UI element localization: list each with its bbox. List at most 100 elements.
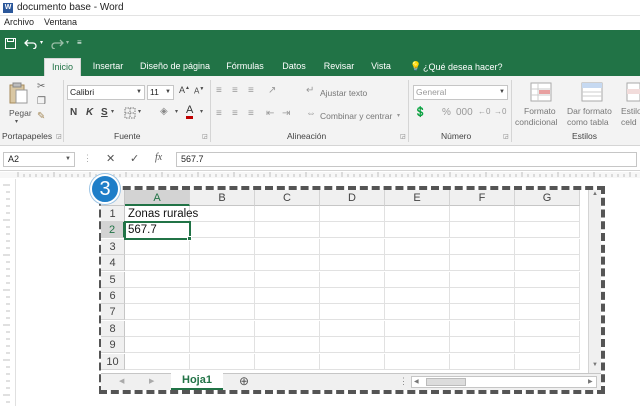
cell-a7[interactable] xyxy=(125,304,190,321)
cell-c7[interactable] xyxy=(255,304,320,321)
cell-f4[interactable] xyxy=(450,255,515,272)
column-header-e[interactable]: E xyxy=(385,190,450,206)
cell-g10[interactable] xyxy=(515,353,580,370)
row-header-7[interactable]: 7 xyxy=(101,304,125,321)
cell-e10[interactable] xyxy=(385,353,450,370)
cell-e5[interactable] xyxy=(385,271,450,288)
undo-icon[interactable] xyxy=(24,38,38,49)
cell-a9[interactable] xyxy=(125,337,190,354)
cell-e1[interactable] xyxy=(385,206,450,222)
percent-icon[interactable]: % xyxy=(442,107,451,118)
cell-c3[interactable] xyxy=(255,238,320,255)
menu-archivo[interactable]: Archivo xyxy=(4,17,34,27)
chevron-down-icon[interactable]: ▾ xyxy=(138,108,141,115)
scroll-right-icon[interactable]: ▶ xyxy=(588,378,593,385)
cell-f10[interactable] xyxy=(450,353,515,370)
cell-f2[interactable] xyxy=(450,222,515,239)
cell-b5[interactable] xyxy=(190,271,255,288)
tab-vista[interactable]: Vista xyxy=(368,58,394,76)
bold-button[interactable]: N xyxy=(70,107,77,118)
cell-c10[interactable] xyxy=(255,353,320,370)
format-as-table-label-1[interactable]: Dar formato xyxy=(567,106,612,116)
conditional-format-label-1[interactable]: Formato xyxy=(524,106,556,116)
cell-f5[interactable] xyxy=(450,271,515,288)
save-icon[interactable] xyxy=(5,38,16,49)
column-header-b[interactable]: B xyxy=(190,190,255,206)
tab-datos[interactable]: Datos xyxy=(279,58,309,76)
cell-d7[interactable] xyxy=(320,304,385,321)
currency-icon[interactable]: 💲 xyxy=(414,107,426,118)
cell-f9[interactable] xyxy=(450,337,515,354)
cell-b7[interactable] xyxy=(190,304,255,321)
chevron-down-icon[interactable]: ▾ xyxy=(200,108,203,115)
cell-e8[interactable] xyxy=(385,320,450,337)
increase-decimal-icon[interactable]: ←0 xyxy=(478,107,490,116)
cell-styles-label-2[interactable]: celd xyxy=(621,117,637,127)
cell-g5[interactable] xyxy=(515,271,580,288)
conditional-format-icon[interactable] xyxy=(530,82,552,102)
scroll-thumb[interactable] xyxy=(426,378,466,386)
cell-a8[interactable] xyxy=(125,320,190,337)
cell-b4[interactable] xyxy=(190,255,255,272)
cell-d9[interactable] xyxy=(320,337,385,354)
cell-b10[interactable] xyxy=(190,353,255,370)
orientation-icon[interactable]: ↗ xyxy=(268,85,276,96)
cell-d4[interactable] xyxy=(320,255,385,272)
wrap-text-button[interactable]: Ajustar texto xyxy=(320,88,367,98)
cell-g7[interactable] xyxy=(515,304,580,321)
cell-c6[interactable] xyxy=(255,288,320,304)
cell-a5[interactable] xyxy=(125,271,190,288)
cell-d10[interactable] xyxy=(320,353,385,370)
align-center-icon[interactable]: ≡ xyxy=(232,108,238,119)
row-header-1[interactable]: 1 xyxy=(101,206,125,222)
align-top-icon[interactable]: ≡ xyxy=(216,85,222,96)
number-launcher-icon[interactable]: ◲ xyxy=(503,133,509,140)
paste-label[interactable]: Pegar xyxy=(9,108,32,118)
vertical-scrollbar[interactable]: ▲ ▼ xyxy=(588,190,601,373)
cell-a6[interactable] xyxy=(125,288,190,304)
cell-f3[interactable] xyxy=(450,238,515,255)
menu-ventana[interactable]: Ventana xyxy=(44,17,77,27)
merge-center-button[interactable]: Combinar y centrar xyxy=(320,111,392,121)
decrease-decimal-icon[interactable]: →0 xyxy=(494,107,506,116)
cell-e9[interactable] xyxy=(385,337,450,354)
redo-dropdown-icon[interactable]: ▾ xyxy=(66,39,69,46)
scroll-up-icon[interactable]: ▲ xyxy=(592,191,598,197)
cell-c1[interactable] xyxy=(255,206,320,222)
horizontal-scrollbar[interactable]: ◀ ▶ xyxy=(411,376,597,388)
cell-c4[interactable] xyxy=(255,255,320,272)
tab-diseno-pagina[interactable]: Diseño de página xyxy=(138,58,212,76)
column-header-c[interactable]: C xyxy=(255,190,320,206)
number-format-select[interactable]: General ▼ xyxy=(413,85,508,100)
cell-a10[interactable] xyxy=(125,353,190,370)
underline-button[interactable]: S xyxy=(101,107,108,118)
cell-f8[interactable] xyxy=(450,320,515,337)
chevron-down-icon[interactable]: ▾ xyxy=(175,108,178,115)
align-bottom-icon[interactable]: ≡ xyxy=(248,85,254,96)
name-box[interactable]: A2 ▼ xyxy=(3,152,75,167)
cell-g1[interactable] xyxy=(515,206,580,222)
column-header-g[interactable]: G xyxy=(515,190,580,206)
align-left-icon[interactable]: ≡ xyxy=(216,108,222,119)
cell-d8[interactable] xyxy=(320,320,385,337)
cell-a4[interactable] xyxy=(125,255,190,272)
fill-color-icon[interactable]: ◈ xyxy=(160,106,168,117)
redo-icon[interactable] xyxy=(50,38,64,49)
row-header-9[interactable]: 9 xyxy=(101,337,125,354)
chevron-down-icon[interactable]: ▾ xyxy=(397,112,400,119)
sheet-nav-next-icon[interactable]: ▶ xyxy=(149,377,154,385)
merge-center-icon[interactable]: ⇔ xyxy=(306,108,316,119)
row-header-4[interactable]: 4 xyxy=(101,255,125,272)
cell-g8[interactable] xyxy=(515,320,580,337)
cell-g3[interactable] xyxy=(515,238,580,255)
undo-dropdown-icon[interactable]: ▾ xyxy=(40,39,43,46)
decrease-font-icon[interactable]: A▼ xyxy=(194,86,204,96)
clipboard-launcher-icon[interactable]: ◲ xyxy=(56,133,62,140)
formula-input[interactable]: 567.7 xyxy=(176,152,637,167)
cell-styles-icon[interactable] xyxy=(626,82,640,102)
tell-me-box[interactable]: ¿Qué desea hacer? xyxy=(423,62,503,72)
cell-e4[interactable] xyxy=(385,255,450,272)
chevron-down-icon[interactable]: ▾ xyxy=(111,108,114,115)
cell-f6[interactable] xyxy=(450,288,515,304)
increase-indent-icon[interactable]: ⇥ xyxy=(282,108,290,119)
